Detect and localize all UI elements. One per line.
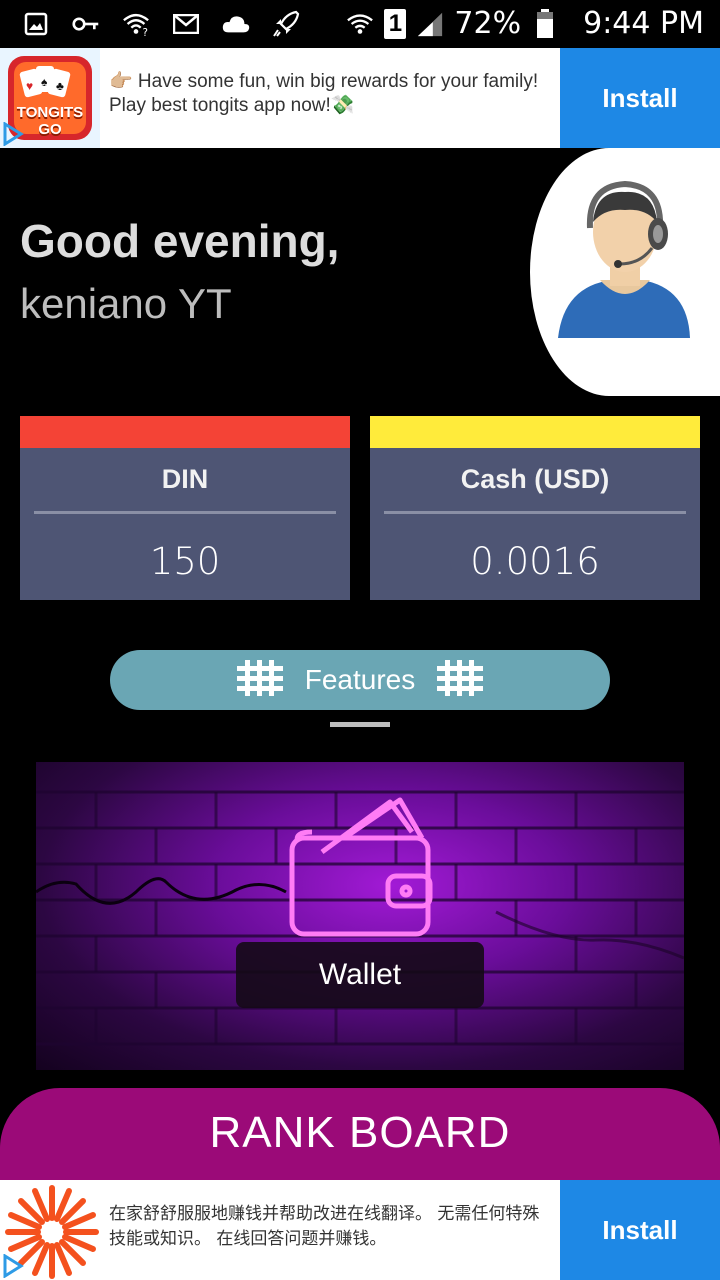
grid-icon [236,658,283,703]
neon-wallet-icon [289,797,433,937]
rank-board-label: RANK BOARD [209,1108,511,1157]
mail-icon [172,10,200,38]
wifi-icon [346,10,374,38]
ad-install-button[interactable]: Install [560,1180,720,1280]
cash-card-title: Cash (USD) [460,464,610,494]
din-card-title: DIN [161,464,209,494]
din-card-accent [20,416,350,448]
divider [34,511,336,514]
ad-text[interactable]: 👉🏼 Have some fun, win big rewards for yo… [100,48,560,148]
grid-icon [437,658,484,703]
support-agent-icon [558,180,690,338]
username: keniano YT [20,280,232,327]
avatar[interactable] [530,148,720,396]
svg-text:♠: ♠ [41,75,48,89]
clock: 9:44 PM [583,6,704,41]
wallet-card[interactable]: Wallet [36,762,684,1070]
battery-icon [531,8,559,38]
ad-app-logo[interactable]: ♥ ♠ ♣ TONGITS GO [0,48,100,148]
svg-text:♣: ♣ [56,79,64,93]
cash-card-value: 0.0016 [470,540,600,583]
cash-card[interactable]: Cash (USD) 0.0016 [370,416,700,600]
wifi-question-icon: ? [122,10,150,38]
cash-card-accent [370,416,700,448]
wallet-label: Wallet [236,942,484,1008]
ad-app-logo[interactable] [0,1180,100,1280]
image-icon [22,10,50,38]
svg-text:?: ? [143,27,148,37]
status-bar: ? 1 72% 9:44 PM [0,0,720,50]
adchoices-icon[interactable] [2,1253,24,1279]
ad-banner-top[interactable]: ♥ ♠ ♣ TONGITS GO 👉🏼 Have some fun, win b… [0,48,720,148]
cloud-icon [222,10,250,38]
divider [384,511,686,514]
features-button[interactable]: Features [110,650,610,710]
ad-install-button[interactable]: Install [560,48,720,148]
key-icon [72,10,100,38]
page-indicator [330,722,390,727]
greeting-title: Good evening, [20,215,340,267]
ad-text[interactable]: 在家舒舒服服地赚钱并帮助改进在线翻译。 无需任何特殊技能或知识。 在线回答问题并… [100,1180,560,1280]
ad-banner-bottom[interactable]: 在家舒舒服服地赚钱并帮助改进在线翻译。 无需任何特殊技能或知识。 在线回答问题并… [0,1180,720,1280]
rocket-icon [272,10,300,38]
adchoices-icon[interactable] [2,121,24,147]
features-label: Features [304,664,416,695]
din-card-value: 150 [149,540,221,583]
svg-text:♥: ♥ [26,79,33,93]
sim-badge: 1 [384,8,407,39]
signal-icon [416,10,444,38]
battery-percent: 72% [454,6,522,41]
din-card[interactable]: DIN 150 [20,416,350,600]
